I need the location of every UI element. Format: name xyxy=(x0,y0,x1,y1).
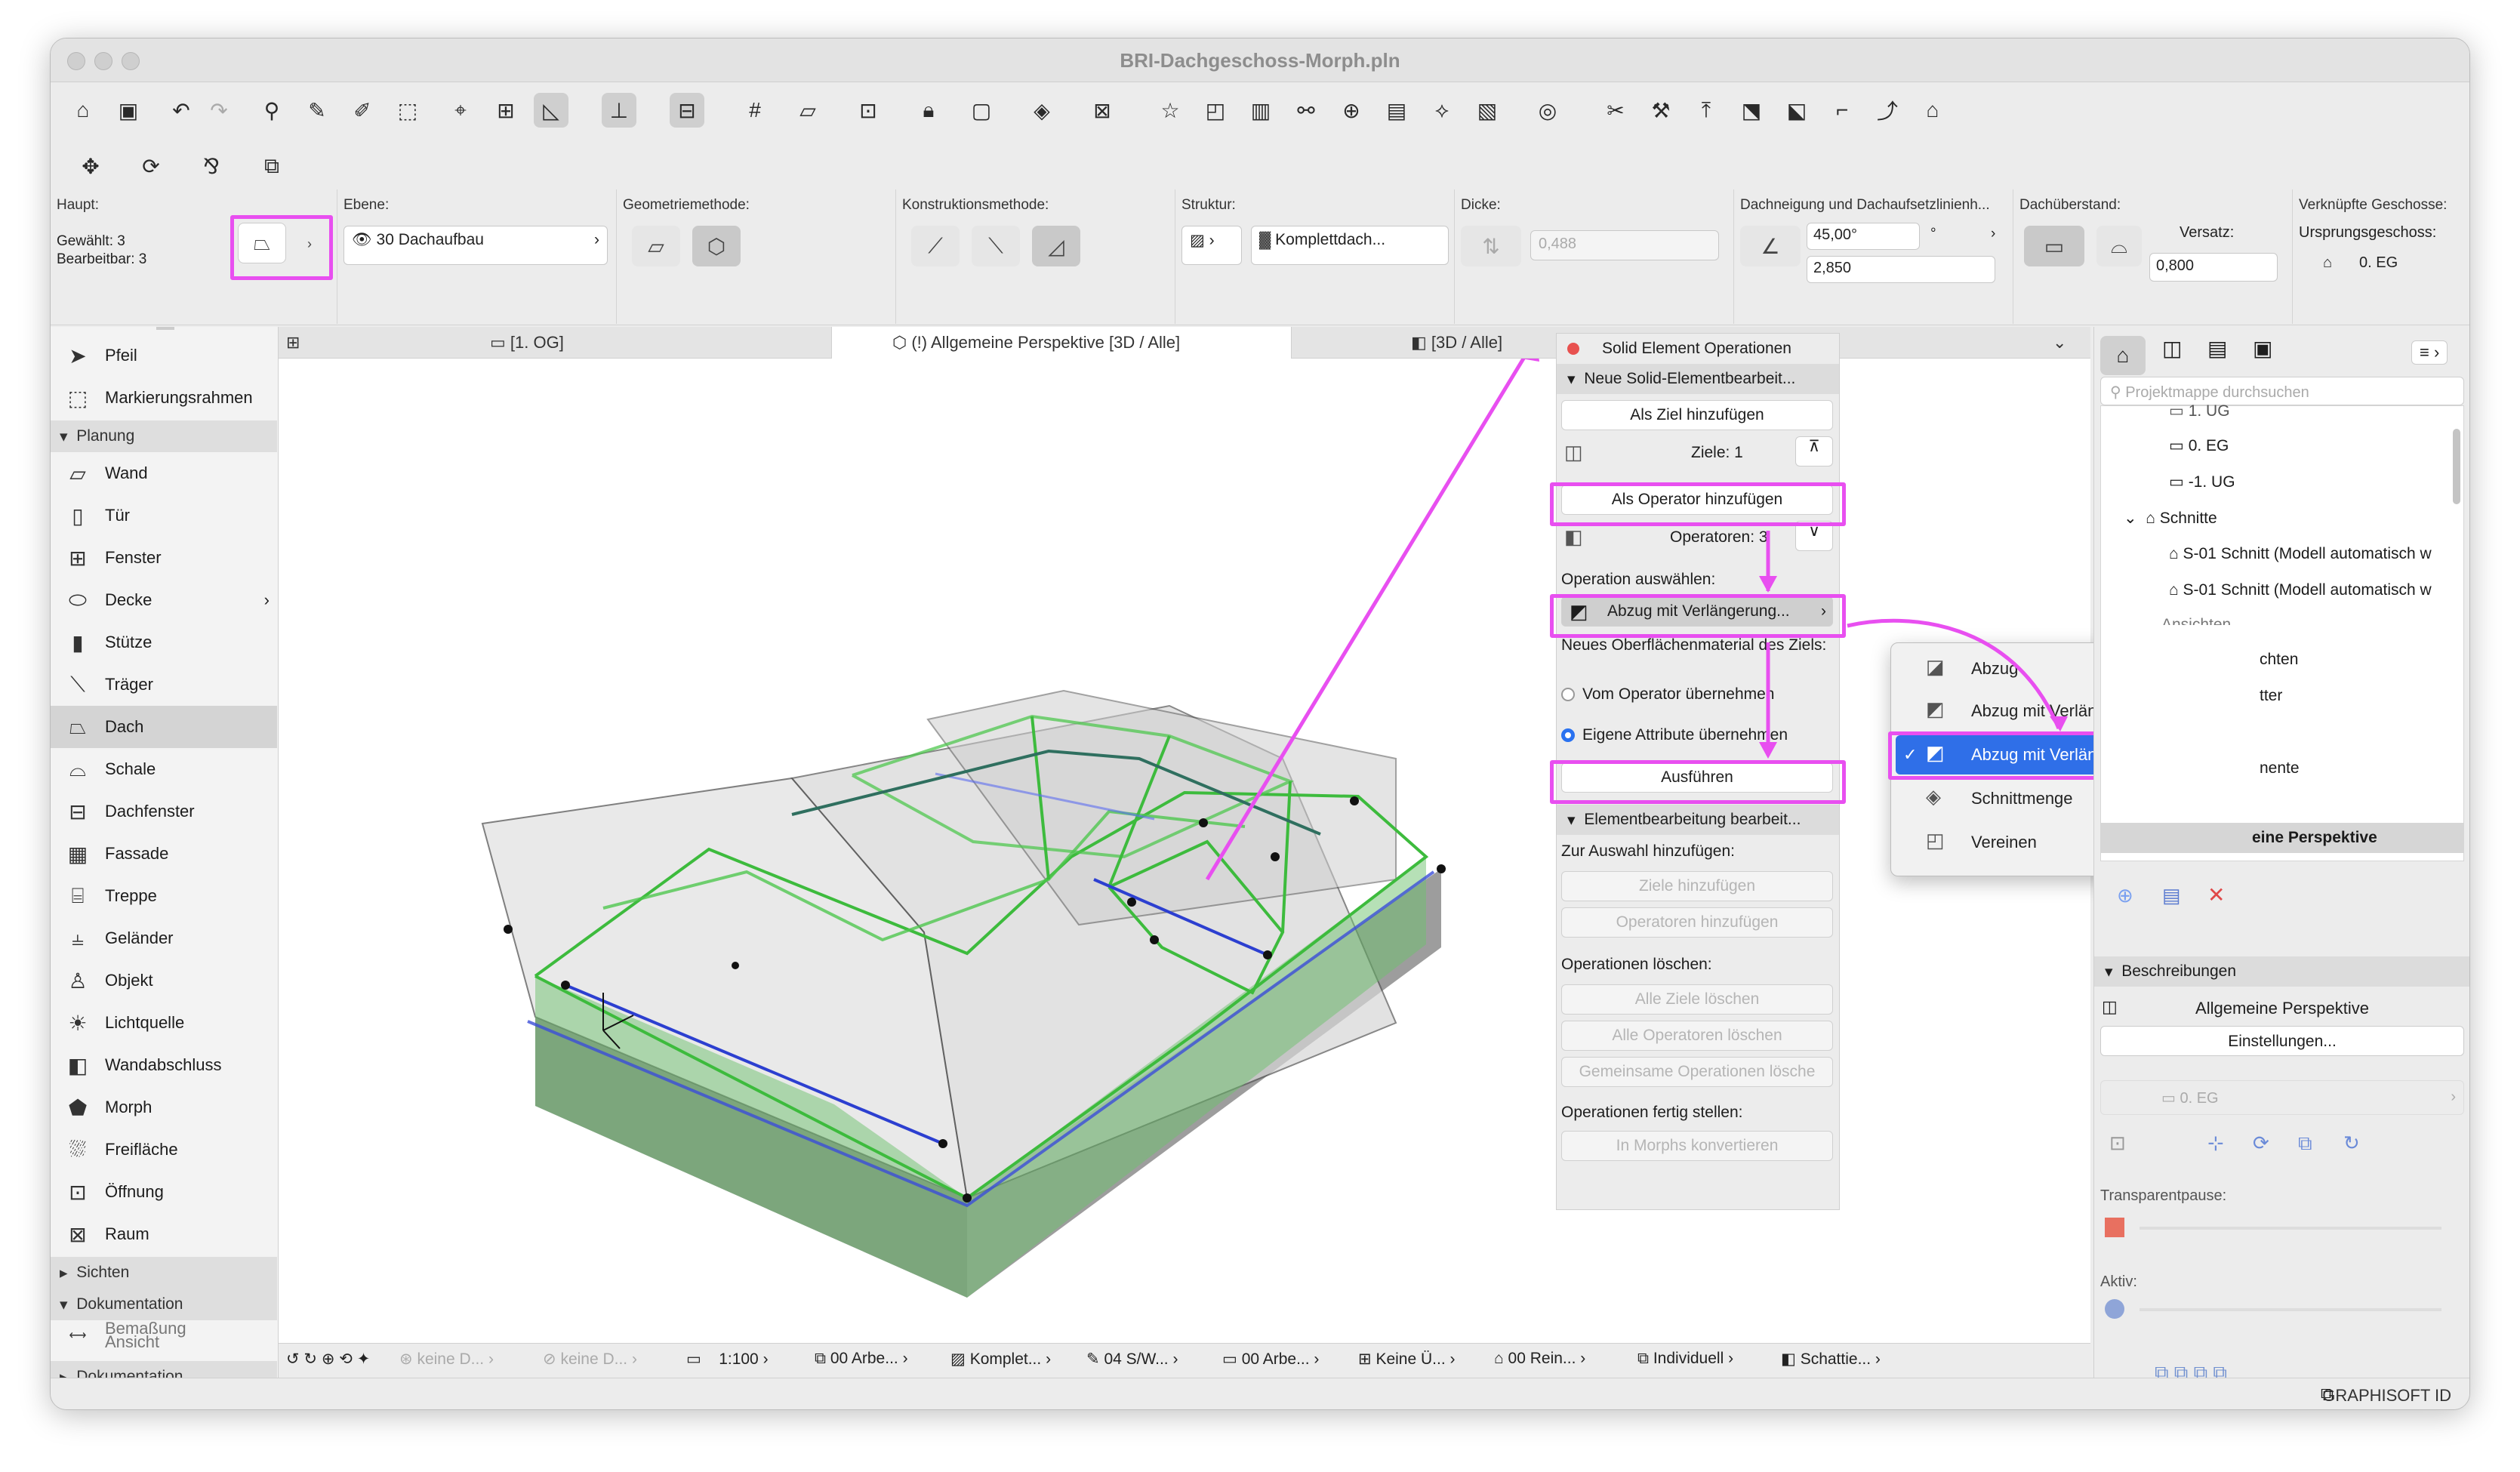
tree-label: chten xyxy=(2260,651,2299,668)
search-placeholder: Projektmappe durchsuchen xyxy=(2125,384,2309,401)
tree-item[interactable]: nente xyxy=(2260,759,2300,778)
status-label: 00 Rein... xyxy=(1508,1350,1576,1367)
project-map-icon[interactable]: ⌂ xyxy=(2100,336,2146,375)
navigator-menu-icon[interactable]: ≡ › xyxy=(2411,340,2448,365)
active-label: Aktiv: xyxy=(2100,1273,2137,1290)
publisher-sets-icon[interactable]: ▣ xyxy=(2253,336,2272,361)
status-label: Keine Ü... xyxy=(1376,1350,1446,1368)
tree-item[interactable]: ▭ 0. EG xyxy=(2169,436,2229,455)
section-label: Beschreibungen xyxy=(2121,962,2236,980)
view-map-icon[interactable]: ◫ xyxy=(2162,336,2182,361)
active-slider[interactable] xyxy=(2140,1308,2441,1311)
tree-label: eine Perspektive xyxy=(2252,829,2377,846)
story-select[interactable]: ▭ 0. EG › xyxy=(2100,1080,2464,1115)
tree-item[interactable]: ⌂ S-01 Schnitt (Modell automatisch w xyxy=(2169,581,2463,599)
tree-label: Schnitte xyxy=(2159,510,2217,527)
navigator-panel: ⌂ ◫ ▤ ▣ ≡ › ⚲ Projektmappe durchsuchen ▭… xyxy=(2093,327,2469,1393)
status-bar: ↺ ↻ ⊕ ⟲ ✦ ⊛ keine D... › ⊘ keine D... › … xyxy=(279,1343,2090,1378)
sync-icon[interactable]: ⧉ xyxy=(2298,1132,2312,1156)
app-window: BRI-Dachgeschoss-Morph.pln ⌂ ▣ ↶ ↷ ⚲ ✎ ✐… xyxy=(50,38,2470,1410)
project-tree: ▭ 1. UG ▭ 0. EG ▭ -1. UG ⌄ ⌂ Schnitte ⌂ … xyxy=(2100,402,2464,861)
tree-item[interactable]: ▭ -1. UG xyxy=(2169,473,2235,491)
status-dimension[interactable]: ⧉ Individuell › xyxy=(1637,1350,1733,1368)
tree-label: 1. UG xyxy=(2188,402,2230,420)
status-label: keine D... xyxy=(560,1350,628,1368)
tree-item-selected[interactable]: eine Perspektive xyxy=(2101,823,2463,853)
graphisoft-id[interactable]: GRAPHISOFT ID xyxy=(2322,1386,2451,1406)
palette-icon[interactable] xyxy=(2105,1299,2124,1319)
tree-label: 0. EG xyxy=(2188,437,2229,454)
status-scale[interactable]: ▭ 1:100 › xyxy=(686,1350,769,1369)
tree-label: Ansichten xyxy=(2161,616,2232,625)
status-label: 00 Arbe... xyxy=(1241,1350,1310,1368)
tree-label: nente xyxy=(2260,759,2300,777)
tree-label: -1. UG xyxy=(2188,473,2235,491)
search-icon: ⚲ xyxy=(2110,384,2126,401)
tree-item[interactable]: chten xyxy=(2260,651,2298,669)
refresh-icon[interactable]: ↻ xyxy=(2343,1132,2360,1155)
tree-item-clipped[interactable]: Ansichten xyxy=(2161,616,2231,625)
zoom-icon[interactable]: ⊡ xyxy=(2109,1132,2126,1155)
tree-label: S-01 Schnitt (Modell automatisch w xyxy=(2183,581,2432,599)
color-swatch[interactable] xyxy=(2105,1218,2124,1237)
transparent-label: Transparentpause: xyxy=(2100,1187,2227,1204)
navigation-icons[interactable]: ↺ ↻ ⊕ ⟲ ✦ xyxy=(286,1350,370,1369)
status-label: Individuell xyxy=(1653,1350,1724,1367)
status-label: 04 S/W... xyxy=(1104,1350,1169,1368)
status-model-view[interactable]: ▭ 00 Arbe... › xyxy=(1222,1350,1319,1369)
view-name: Allgemeine Perspektive xyxy=(2195,999,2369,1018)
tree-scrollbar[interactable] xyxy=(2453,429,2460,504)
status-structure[interactable]: ▨ Komplet... › xyxy=(950,1350,1051,1369)
settings-button[interactable]: Einstellungen... xyxy=(2100,1026,2464,1056)
story-value: 0. EG xyxy=(2180,1090,2219,1107)
fit-icon[interactable]: ⊹ xyxy=(2207,1132,2224,1155)
tree-item[interactable]: ⌂ S-01 Schnitt (Modell automatisch w xyxy=(2169,545,2463,563)
status-label: 00 Arbe... xyxy=(830,1350,898,1367)
tree-item[interactable]: tter xyxy=(2260,687,2282,705)
add-view-icon[interactable]: ⊕ xyxy=(2117,884,2133,907)
project-search-field[interactable]: ⚲ Projektmappe durchsuchen xyxy=(2100,377,2464,405)
delete-view-icon[interactable]: ✕ xyxy=(2207,882,2225,907)
status-3d-style[interactable]: ◧ Schattie... › xyxy=(1781,1350,1881,1369)
status-renovation-2[interactable]: ⊘ keine D... › xyxy=(543,1350,637,1369)
status-label: keine D... xyxy=(417,1350,485,1368)
status-pen-set[interactable]: ✎ 04 S/W... › xyxy=(1086,1350,1178,1369)
status-layer-combo[interactable]: ⧉ 00 Arbe... › xyxy=(815,1350,908,1368)
transparency-slider[interactable] xyxy=(2140,1227,2441,1230)
section-beschreibungen[interactable]: ▾ Beschreibungen xyxy=(2094,956,2469,987)
tree-label: S-01 Schnitt (Modell automatisch w xyxy=(2183,545,2432,562)
view-settings-icon[interactable]: ▤ xyxy=(2162,884,2181,907)
status-renovation[interactable]: ⌂ 00 Rein... › xyxy=(1494,1350,1585,1368)
tree-folder-schnitte[interactable]: ⌄ ⌂ Schnitte xyxy=(2124,509,2217,528)
status-label: Komplet... xyxy=(969,1350,1042,1368)
status-renovation-1[interactable]: ⊛ keine D... › xyxy=(399,1350,494,1369)
tree-item[interactable]: ▭ 1. UG xyxy=(2169,402,2230,420)
status-override[interactable]: ⊞ Keine Ü... › xyxy=(1358,1350,1455,1369)
story-icon: ▭ xyxy=(2161,1090,2180,1107)
status-label: 1:100 xyxy=(719,1350,759,1368)
chevron-right-icon: › xyxy=(2451,1089,2456,1105)
tree-label: tter xyxy=(2260,687,2283,704)
rotate-view-icon[interactable]: ⟳ xyxy=(2253,1132,2269,1155)
layout-book-icon[interactable]: ▤ xyxy=(2207,336,2227,361)
footer-bar: ⧉ GRAPHISOFT ID xyxy=(51,1378,2469,1409)
status-label: Schattie... xyxy=(1800,1350,1872,1368)
